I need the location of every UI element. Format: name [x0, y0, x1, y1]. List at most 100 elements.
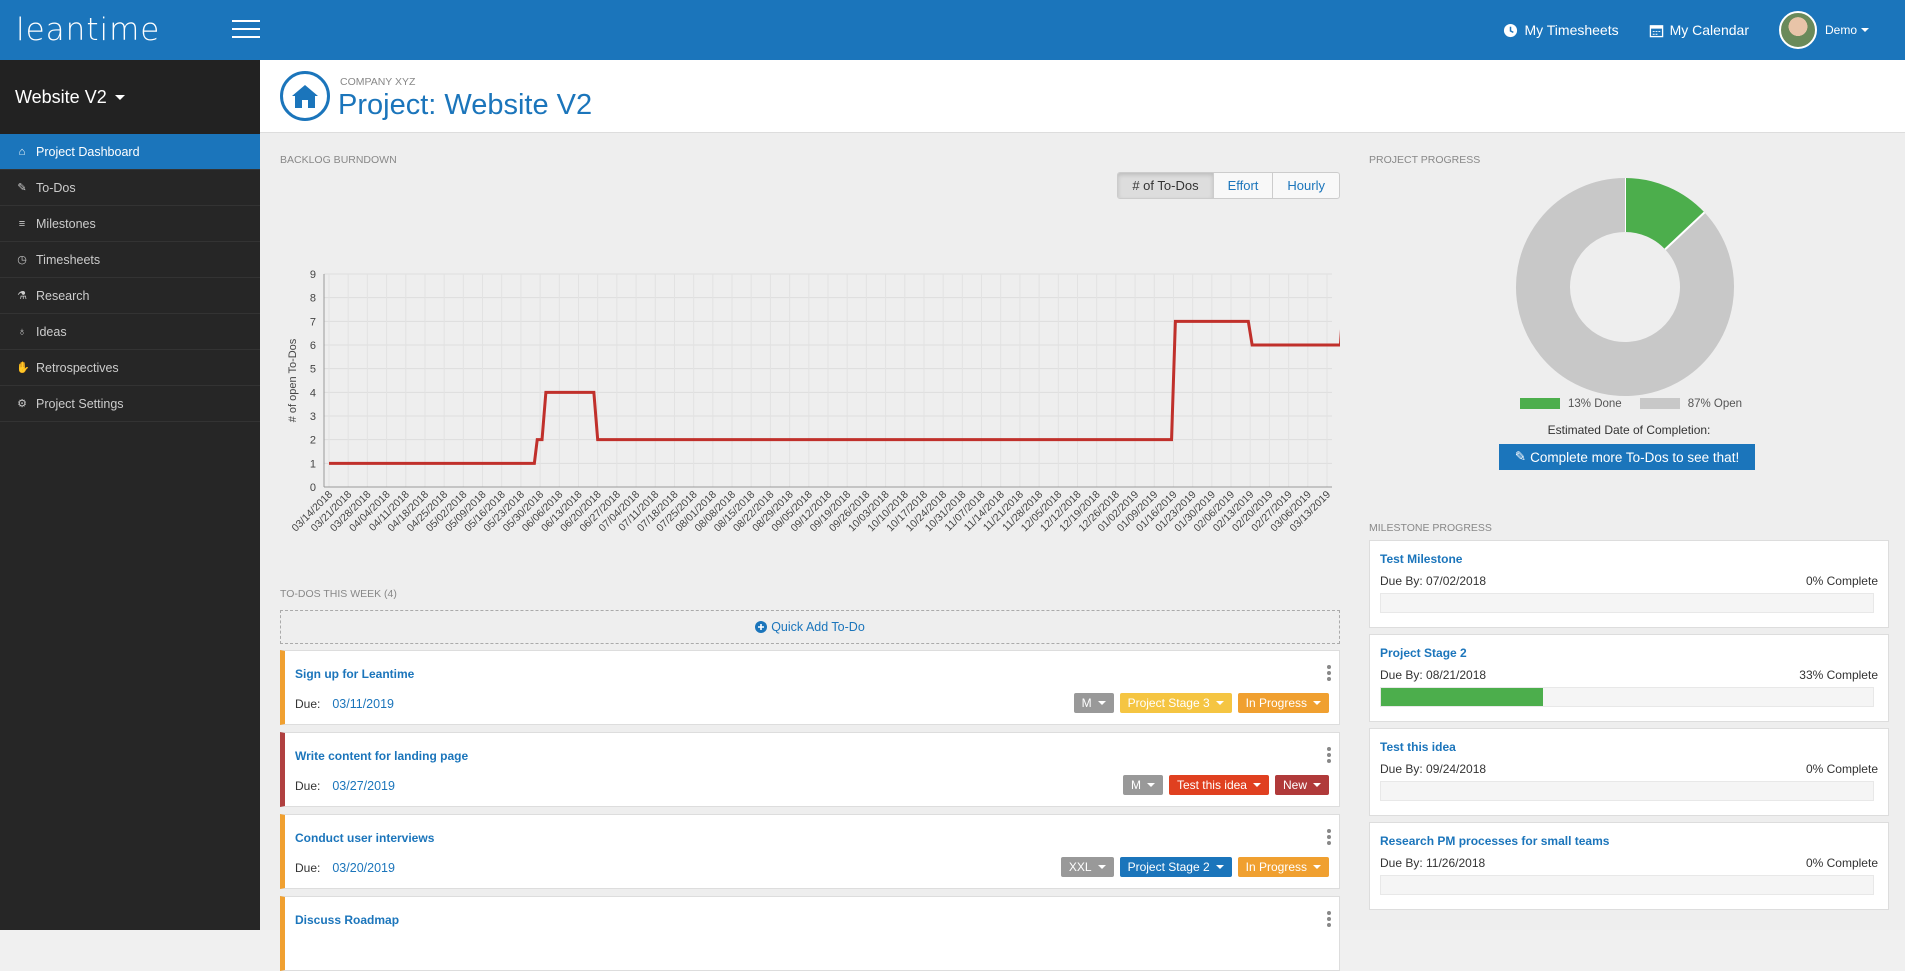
complete-more-todos-button[interactable]: ✎ Complete more To-Dos to see that! — [1499, 444, 1755, 470]
legend-open: 87% Open — [1639, 398, 1742, 410]
user-menu[interactable]: Demo — [1778, 11, 1869, 49]
pin-icon: ✎ — [17, 182, 27, 194]
todo-title[interactable]: Conduct user interviews — [295, 831, 434, 845]
y-tick-label: 0 — [310, 482, 316, 494]
project-selector[interactable]: Website V2 — [0, 60, 260, 134]
company-name: COMPANY XYZ — [340, 76, 416, 88]
todo-due-date[interactable]: 03/20/2019 — [332, 861, 395, 875]
more-options-icon[interactable] — [1327, 665, 1331, 683]
project-progress-label: PROJECT PROGRESS — [1369, 154, 1481, 166]
chevron-down-icon — [1146, 783, 1155, 787]
milestone-card: Test this idea Due By: 09/24/2018 0% Com… — [1369, 728, 1889, 816]
todo-badge[interactable]: Test this idea — [1168, 775, 1269, 795]
more-options-icon[interactable] — [1327, 747, 1331, 765]
tab-effort[interactable]: Effort — [1214, 173, 1274, 198]
milestone-progress-fill — [1381, 688, 1544, 706]
y-tick-label: 2 — [310, 435, 316, 447]
todo-badge[interactable]: In Progress — [1237, 857, 1329, 877]
todo-badge[interactable]: Project Stage 3 — [1119, 693, 1232, 713]
todo-title[interactable]: Write content for landing page — [295, 749, 468, 763]
sidebar-item-label: To-Dos — [36, 180, 76, 195]
chevron-down-icon — [1215, 701, 1224, 705]
milestone-card: Project Stage 2 Due By: 08/21/2018 33% C… — [1369, 634, 1889, 722]
sidebar-item-milestones[interactable]: ≡ Milestones — [0, 206, 260, 242]
chevron-down-icon — [114, 94, 125, 100]
milestone-name[interactable]: Test Milestone — [1380, 552, 1462, 566]
home-icon — [280, 71, 330, 121]
y-tick-label: 9 — [310, 269, 316, 281]
todo-due: Due: 03/11/2019 — [295, 697, 394, 711]
project-name: Website V2 — [15, 86, 107, 107]
milestone-progress-bar — [1380, 593, 1874, 613]
milestone-name[interactable]: Project Stage 2 — [1380, 646, 1467, 660]
page-header: COMPANY XYZ Project: Website V2 — [260, 60, 1905, 133]
milestone-progress-bar — [1380, 687, 1874, 707]
todo-card: Conduct user interviews Due: 03/20/2019 X… — [280, 814, 1340, 889]
milestone-percent: 0% Complete — [1805, 574, 1878, 588]
todo-due-date[interactable]: 03/27/2019 — [332, 779, 395, 793]
my-calendar-link[interactable]: My Calendar — [1649, 22, 1749, 38]
sidebar-item-research[interactable]: ⚗ Research — [0, 278, 260, 314]
top-bar: leantime My Timesheets My Calendar Demo — [0, 0, 1905, 60]
sidebar-item-to-dos[interactable]: ✎ To-Dos — [0, 170, 260, 206]
more-options-icon[interactable] — [1327, 911, 1331, 929]
my-timesheets-link[interactable]: My Timesheets — [1503, 22, 1619, 38]
sidebar-item-label: Ideas — [36, 324, 67, 339]
plus-circle-icon — [755, 621, 768, 633]
burndown-label: BACKLOG BURNDOWN — [280, 154, 397, 166]
more-options-icon[interactable] — [1327, 829, 1331, 847]
sidebar-item-ideas[interactable]: ♁ Ideas — [0, 314, 260, 350]
todo-badge[interactable]: XXL — [1060, 857, 1114, 877]
tab-todos[interactable]: # of To-Dos — [1118, 173, 1214, 198]
sidebar-item-retrospectives[interactable]: ✋ Retrospectives — [0, 350, 260, 386]
milestone-due: Due By: 09/24/2018 — [1380, 762, 1487, 776]
sidebar-item-project-settings[interactable]: ⚙ Project Settings — [0, 386, 260, 422]
todo-badge[interactable]: Project Stage 2 — [1119, 857, 1232, 877]
chevron-down-icon — [1861, 28, 1869, 32]
progress-donut-chart — [1516, 178, 1734, 396]
tab-hourly[interactable]: Hourly — [1273, 173, 1339, 198]
quick-add-label: Quick Add To-Do — [771, 620, 865, 634]
y-tick-label: 3 — [310, 411, 316, 423]
y-tick-label: 1 — [310, 458, 316, 470]
quick-add-todo-button[interactable]: Quick Add To-Do — [280, 610, 1340, 644]
todo-card: Discuss Roadmap — [280, 896, 1340, 971]
todo-badge[interactable]: M — [1073, 693, 1114, 713]
todo-badge[interactable]: In Progress — [1237, 693, 1329, 713]
y-axis-label: # of open To-Dos — [287, 338, 299, 422]
sidebar-item-label: Project Settings — [36, 396, 124, 411]
milestone-name[interactable]: Test this idea — [1380, 740, 1456, 754]
y-tick-label: 7 — [310, 316, 316, 328]
chevron-down-icon — [1097, 865, 1106, 869]
my-timesheets-label: My Timesheets — [1524, 22, 1619, 38]
milestone-progress-label: MILESTONE PROGRESS — [1369, 522, 1492, 534]
logo[interactable]: leantime — [16, 12, 160, 48]
sidebar-item-timesheets[interactable]: ◷ Timesheets — [0, 242, 260, 278]
todo-title[interactable]: Sign up for Leantime — [295, 667, 414, 681]
sidebar-item-project-dashboard[interactable]: ⌂ Project Dashboard — [0, 134, 260, 170]
sidebar-item-label: Project Dashboard — [36, 144, 140, 159]
menu-toggle-button[interactable] — [232, 20, 260, 40]
clock-icon: ◷ — [17, 254, 27, 266]
todo-badge[interactable]: New — [1274, 775, 1329, 795]
y-tick-label: 4 — [310, 387, 316, 399]
todo-card: Sign up for Leantime Due: 03/11/2019 M Pro… — [280, 650, 1340, 725]
milestone-name[interactable]: Research PM processes for small teams — [1380, 834, 1609, 848]
milestone-progress-bar — [1380, 781, 1874, 801]
chevron-down-icon — [1313, 701, 1321, 705]
todo-title[interactable]: Discuss Roadmap — [295, 913, 399, 927]
sidebar-item-label: Timesheets — [36, 252, 101, 267]
y-tick-label: 6 — [310, 340, 316, 352]
todo-badge[interactable]: M — [1122, 775, 1163, 795]
chevron-down-icon — [1252, 783, 1261, 787]
user-name: Demo — [1824, 23, 1857, 37]
lightbulb-icon: ♁ — [17, 325, 27, 338]
todo-due-date[interactable]: 03/11/2019 — [332, 697, 394, 711]
milestone-percent: 0% Complete — [1805, 856, 1878, 870]
milestone-progress-bar — [1380, 875, 1874, 895]
sliders-icon: ≡ — [18, 217, 26, 230]
y-tick-label: 5 — [310, 364, 316, 376]
home-icon: ⌂ — [18, 145, 26, 158]
sidebar: Website V2 ⌂ Project Dashboard ✎ To-Dos ≡ Mil… — [0, 60, 260, 930]
donut-slice-done — [1623, 178, 1705, 251]
